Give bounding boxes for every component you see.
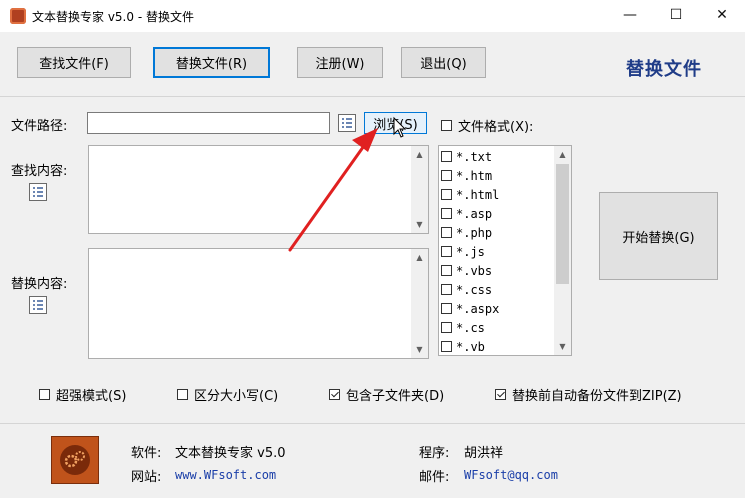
- list-item[interactable]: *.aspx: [441, 299, 499, 318]
- app-icon: [10, 8, 26, 24]
- exit-button[interactable]: 退出(Q): [401, 47, 486, 78]
- case-sensitive-option[interactable]: 区分大小写(C): [177, 385, 278, 404]
- list-item[interactable]: *.php: [441, 223, 492, 242]
- scroll-up-icon[interactable]: ▲: [411, 249, 428, 266]
- software-value: 文本替换专家 v5.0: [175, 446, 286, 461]
- scroll-up-icon[interactable]: ▲: [411, 146, 428, 163]
- maximize-button[interactable]: ☐: [653, 0, 699, 30]
- toolbar-divider: [0, 96, 745, 97]
- start-replace-button[interactable]: 开始替换(G): [599, 192, 718, 280]
- case-sensitive-checkbox[interactable]: [177, 389, 188, 400]
- email-label: 邮件:: [419, 470, 450, 485]
- email-link[interactable]: WFsoft@qq.com: [464, 468, 558, 482]
- author-label: 程序:: [419, 446, 450, 461]
- list-item[interactable]: *.htm: [441, 166, 492, 185]
- file-format-label: 文件格式(X):: [458, 120, 534, 135]
- file-path-label: 文件路径:: [11, 119, 68, 134]
- file-format-checkbox[interactable]: [441, 120, 452, 131]
- include-subfolders-checkbox[interactable]: [329, 389, 340, 400]
- super-mode-checkbox[interactable]: [39, 389, 50, 400]
- file-format-list[interactable]: *.txt *.htm *.html *.asp *.php *.js *.vb…: [438, 145, 572, 356]
- window-title: 文本替换专家 v5.0 - 替换文件: [32, 10, 194, 24]
- scroll-thumb[interactable]: [556, 164, 569, 284]
- backup-zip-option[interactable]: 替换前自动备份文件到ZIP(Z): [495, 385, 682, 404]
- register-button[interactable]: 注册(W): [297, 47, 383, 78]
- list-item[interactable]: *.asp: [441, 204, 492, 223]
- format-scrollbar[interactable]: ▲ ▼: [554, 146, 571, 355]
- list-item[interactable]: *.css: [441, 280, 492, 299]
- find-scrollbar[interactable]: ▲ ▼: [411, 146, 428, 233]
- page-title: 替换文件: [626, 59, 702, 80]
- replace-files-button[interactable]: 替换文件(R): [153, 47, 270, 78]
- backup-zip-checkbox[interactable]: [495, 389, 506, 400]
- find-content-label: 查找内容:: [11, 164, 68, 179]
- file-path-input[interactable]: [87, 112, 330, 134]
- list-item[interactable]: *.cs: [441, 318, 485, 337]
- browse-button[interactable]: 浏览(S): [364, 112, 427, 134]
- include-subfolders-option[interactable]: 包含子文件夹(D): [329, 385, 444, 404]
- author-value: 胡洪祥: [464, 446, 504, 461]
- find-files-button[interactable]: 查找文件(F): [17, 47, 131, 78]
- replace-content-textarea[interactable]: ▲ ▼: [88, 248, 429, 359]
- footer-divider: [0, 423, 745, 424]
- list-item[interactable]: *.html: [441, 185, 499, 204]
- replace-scrollbar[interactable]: ▲ ▼: [411, 249, 428, 358]
- list-item[interactable]: *.js: [441, 242, 485, 261]
- scroll-down-icon[interactable]: ▼: [554, 338, 571, 355]
- website-label: 网站:: [131, 470, 162, 485]
- find-list-icon[interactable]: [29, 183, 47, 201]
- scroll-up-icon[interactable]: ▲: [554, 146, 571, 163]
- replace-content-label: 替换内容:: [11, 277, 68, 292]
- software-label: 软件:: [131, 446, 162, 461]
- app-logo: [51, 436, 99, 484]
- close-button[interactable]: ✕: [699, 0, 745, 30]
- file-format-option[interactable]: 文件格式(X):: [441, 116, 533, 135]
- scroll-down-icon[interactable]: ▼: [411, 216, 428, 233]
- list-item[interactable]: *.txt: [441, 147, 492, 166]
- find-content-textarea[interactable]: ▲ ▼: [88, 145, 429, 234]
- list-icon[interactable]: [338, 114, 356, 132]
- website-link[interactable]: www.WFsoft.com: [175, 468, 276, 482]
- scroll-down-icon[interactable]: ▼: [411, 341, 428, 358]
- replace-list-icon[interactable]: [29, 296, 47, 314]
- list-item[interactable]: *.vb: [441, 337, 485, 355]
- list-item[interactable]: *.vbs: [441, 261, 492, 280]
- super-mode-option[interactable]: 超强模式(S): [39, 385, 126, 404]
- minimize-button[interactable]: —: [607, 0, 653, 30]
